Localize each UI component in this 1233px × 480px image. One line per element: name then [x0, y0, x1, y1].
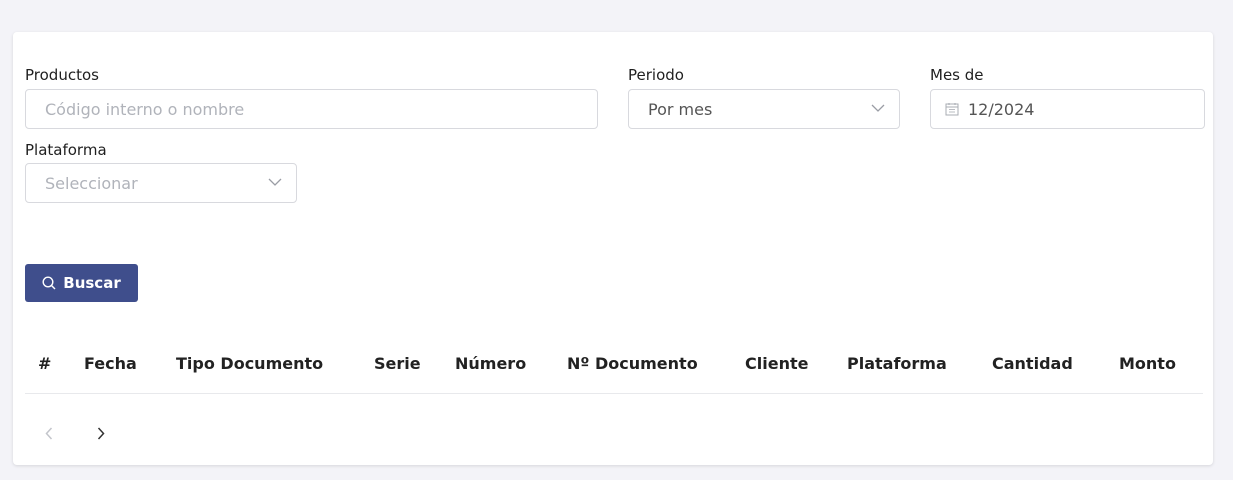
pagination-next-button[interactable] [91, 424, 111, 442]
periodo-label: Periodo [628, 66, 684, 84]
productos-label: Productos [25, 66, 99, 84]
mes-de-label: Mes de [930, 66, 984, 84]
report-filter-card: Productos Periodo Por mes Mes de 12/2024… [13, 32, 1213, 465]
search-icon [42, 276, 56, 290]
chevron-down-icon [871, 104, 885, 112]
mes-de-value: 12/2024 [968, 99, 1035, 119]
column-header-cliente: Cliente [745, 354, 809, 373]
productos-input[interactable] [26, 99, 597, 119]
column-header-tipo-documento: Tipo Documento [176, 354, 324, 373]
column-header-n-documento: Nº Documento [567, 354, 698, 373]
mes-de-datepicker[interactable]: 12/2024 [930, 89, 1205, 129]
plataforma-placeholder: Seleccionar [45, 173, 138, 193]
chevron-right-icon [97, 426, 105, 440]
pagination-prev-button[interactable] [39, 424, 59, 442]
plataforma-label: Plataforma [25, 141, 107, 159]
periodo-value: Por mes [648, 99, 713, 119]
productos-input-wrapper [25, 89, 598, 129]
table-header-divider [25, 393, 1203, 394]
column-header-monto: Monto [1119, 354, 1176, 373]
buscar-button[interactable]: Buscar [25, 264, 138, 302]
plataforma-select[interactable]: Seleccionar [25, 163, 297, 203]
column-header-index: # [38, 354, 52, 373]
column-header-cantidad: Cantidad [992, 354, 1073, 373]
column-header-serie: Serie [374, 354, 421, 373]
column-header-fecha: Fecha [84, 354, 137, 373]
chevron-left-icon [45, 426, 53, 440]
periodo-select[interactable]: Por mes [628, 89, 900, 129]
calendar-icon [945, 103, 959, 116]
chevron-down-icon [268, 178, 282, 186]
column-header-numero: Número [455, 354, 527, 373]
column-header-plataforma: Plataforma [847, 354, 947, 373]
buscar-label: Buscar [63, 274, 121, 292]
